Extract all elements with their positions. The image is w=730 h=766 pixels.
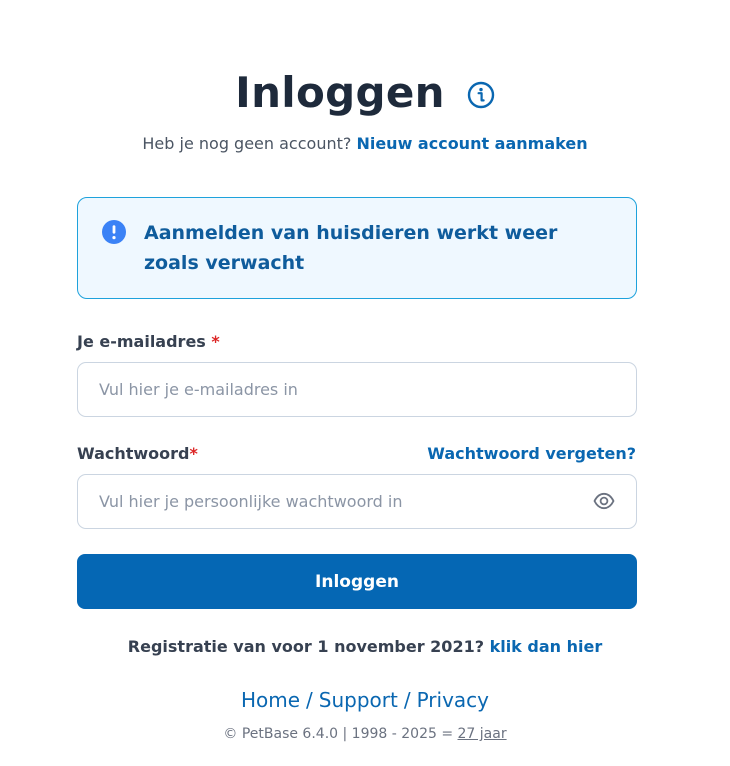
password-field[interactable] bbox=[77, 474, 637, 529]
page-title: Inloggen bbox=[235, 68, 445, 117]
password-label: Wachtwoord* bbox=[77, 444, 198, 463]
create-account-link[interactable]: Nieuw account aanmaken bbox=[356, 134, 587, 153]
alert-message: Aanmelden van huisdieren werkt weer zoal… bbox=[144, 222, 558, 274]
footer-separator: / bbox=[306, 688, 313, 712]
eye-icon[interactable] bbox=[593, 491, 615, 511]
login-page: Inloggen Heb je nog geen account? Nieuw … bbox=[0, 0, 730, 766]
copyright: © PetBase 6.4.0 | 1998 - 2025 = 27 jaar bbox=[0, 726, 730, 742]
exclamation-circle-icon bbox=[101, 219, 127, 245]
footer-nav: Home / Support / Privacy bbox=[0, 688, 730, 712]
password-label-text: Wachtwoord bbox=[77, 444, 190, 463]
forgot-password-link[interactable]: Wachtwoord vergeten? bbox=[427, 444, 636, 463]
title-row: Inloggen bbox=[0, 68, 730, 117]
signup-prompt: Heb je nog geen account? Nieuw account a… bbox=[0, 134, 730, 153]
footer-separator: / bbox=[403, 688, 411, 712]
info-circle-icon[interactable] bbox=[467, 81, 495, 109]
copyright-text: © PetBase 6.4.0 | 1998 - 2025 = bbox=[223, 726, 454, 742]
signup-prompt-text: Heb je nog geen account? bbox=[142, 134, 352, 153]
legacy-text: Registratie van voor 1 november 2021? bbox=[127, 637, 484, 656]
email-field[interactable] bbox=[77, 362, 637, 417]
email-label: Je e-mailadres * bbox=[77, 332, 220, 351]
footer-link-support[interactable]: Support bbox=[319, 688, 398, 712]
email-label-text: Je e-mailadres bbox=[77, 332, 206, 351]
years-count: 27 jaar bbox=[457, 726, 507, 742]
legacy-login-link[interactable]: klik dan hier bbox=[490, 637, 603, 656]
required-marker: * bbox=[211, 332, 220, 351]
footer-link-privacy[interactable]: Privacy bbox=[417, 688, 489, 712]
required-marker: * bbox=[189, 444, 198, 463]
footer-link-home[interactable]: Home bbox=[241, 688, 300, 712]
login-button[interactable]: Inloggen bbox=[77, 554, 637, 609]
legacy-registration-note: Registratie van voor 1 november 2021? kl… bbox=[0, 637, 730, 656]
info-alert: Aanmelden van huisdieren werkt weer zoal… bbox=[77, 197, 637, 299]
